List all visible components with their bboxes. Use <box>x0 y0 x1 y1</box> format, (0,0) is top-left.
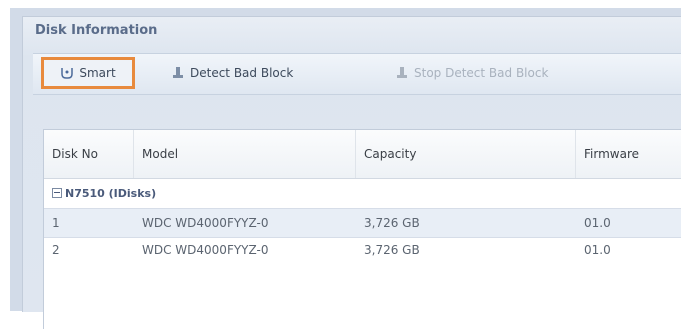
cell-disk-no: 1 <box>52 216 60 230</box>
cell-capacity: 3,726 GB <box>364 216 420 230</box>
column-header-firmware[interactable]: Firmware <box>576 130 681 178</box>
detect-bad-block-button[interactable]: Detect Bad Block <box>171 62 293 84</box>
smart-icon <box>61 68 74 79</box>
stop-detect-icon <box>397 67 407 78</box>
smart-label: Smart <box>79 66 116 80</box>
column-header-model[interactable]: Model <box>134 130 356 178</box>
panel-title: Disk Information <box>35 23 158 38</box>
stop-detect-bad-block-button[interactable]: Stop Detect Bad Block <box>395 62 548 84</box>
disk-information-panel: Disk Information Smart Detect Bad Block … <box>22 16 681 329</box>
column-header-disk-no[interactable]: Disk No <box>44 130 134 178</box>
table-header: Disk No Model Capacity Firmware <box>44 130 681 179</box>
column-header-capacity[interactable]: Capacity <box>356 130 576 178</box>
table-row[interactable]: 2 WDC WD4000FYYZ-0 3,726 GB 01.0 <box>44 236 681 264</box>
cell-model: WDC WD4000FYYZ-0 <box>142 216 269 230</box>
group-row[interactable]: N7510 (IDisks) <box>44 179 681 207</box>
smart-button[interactable]: Smart <box>41 57 135 89</box>
toolbar: Smart Detect Bad Block Stop Detect Bad B… <box>33 53 681 95</box>
stop-detect-bad-block-label: Stop Detect Bad Block <box>414 66 549 80</box>
cell-model: WDC WD4000FYYZ-0 <box>142 243 269 257</box>
cell-disk-no: 2 <box>52 243 60 257</box>
cell-capacity: 3,726 GB <box>364 243 420 257</box>
detect-bad-block-label: Detect Bad Block <box>190 66 294 80</box>
cell-firmware: 01.0 <box>584 243 611 257</box>
collapse-icon[interactable] <box>52 188 62 198</box>
disk-table: Disk No Model Capacity Firmware N7510 (I… <box>43 129 681 329</box>
detect-bad-block-icon <box>173 67 183 78</box>
table-row[interactable]: 1 WDC WD4000FYYZ-0 3,726 GB 01.0 <box>44 208 681 238</box>
group-label: N7510 (IDisks) <box>65 186 157 200</box>
cell-firmware: 01.0 <box>584 216 611 230</box>
